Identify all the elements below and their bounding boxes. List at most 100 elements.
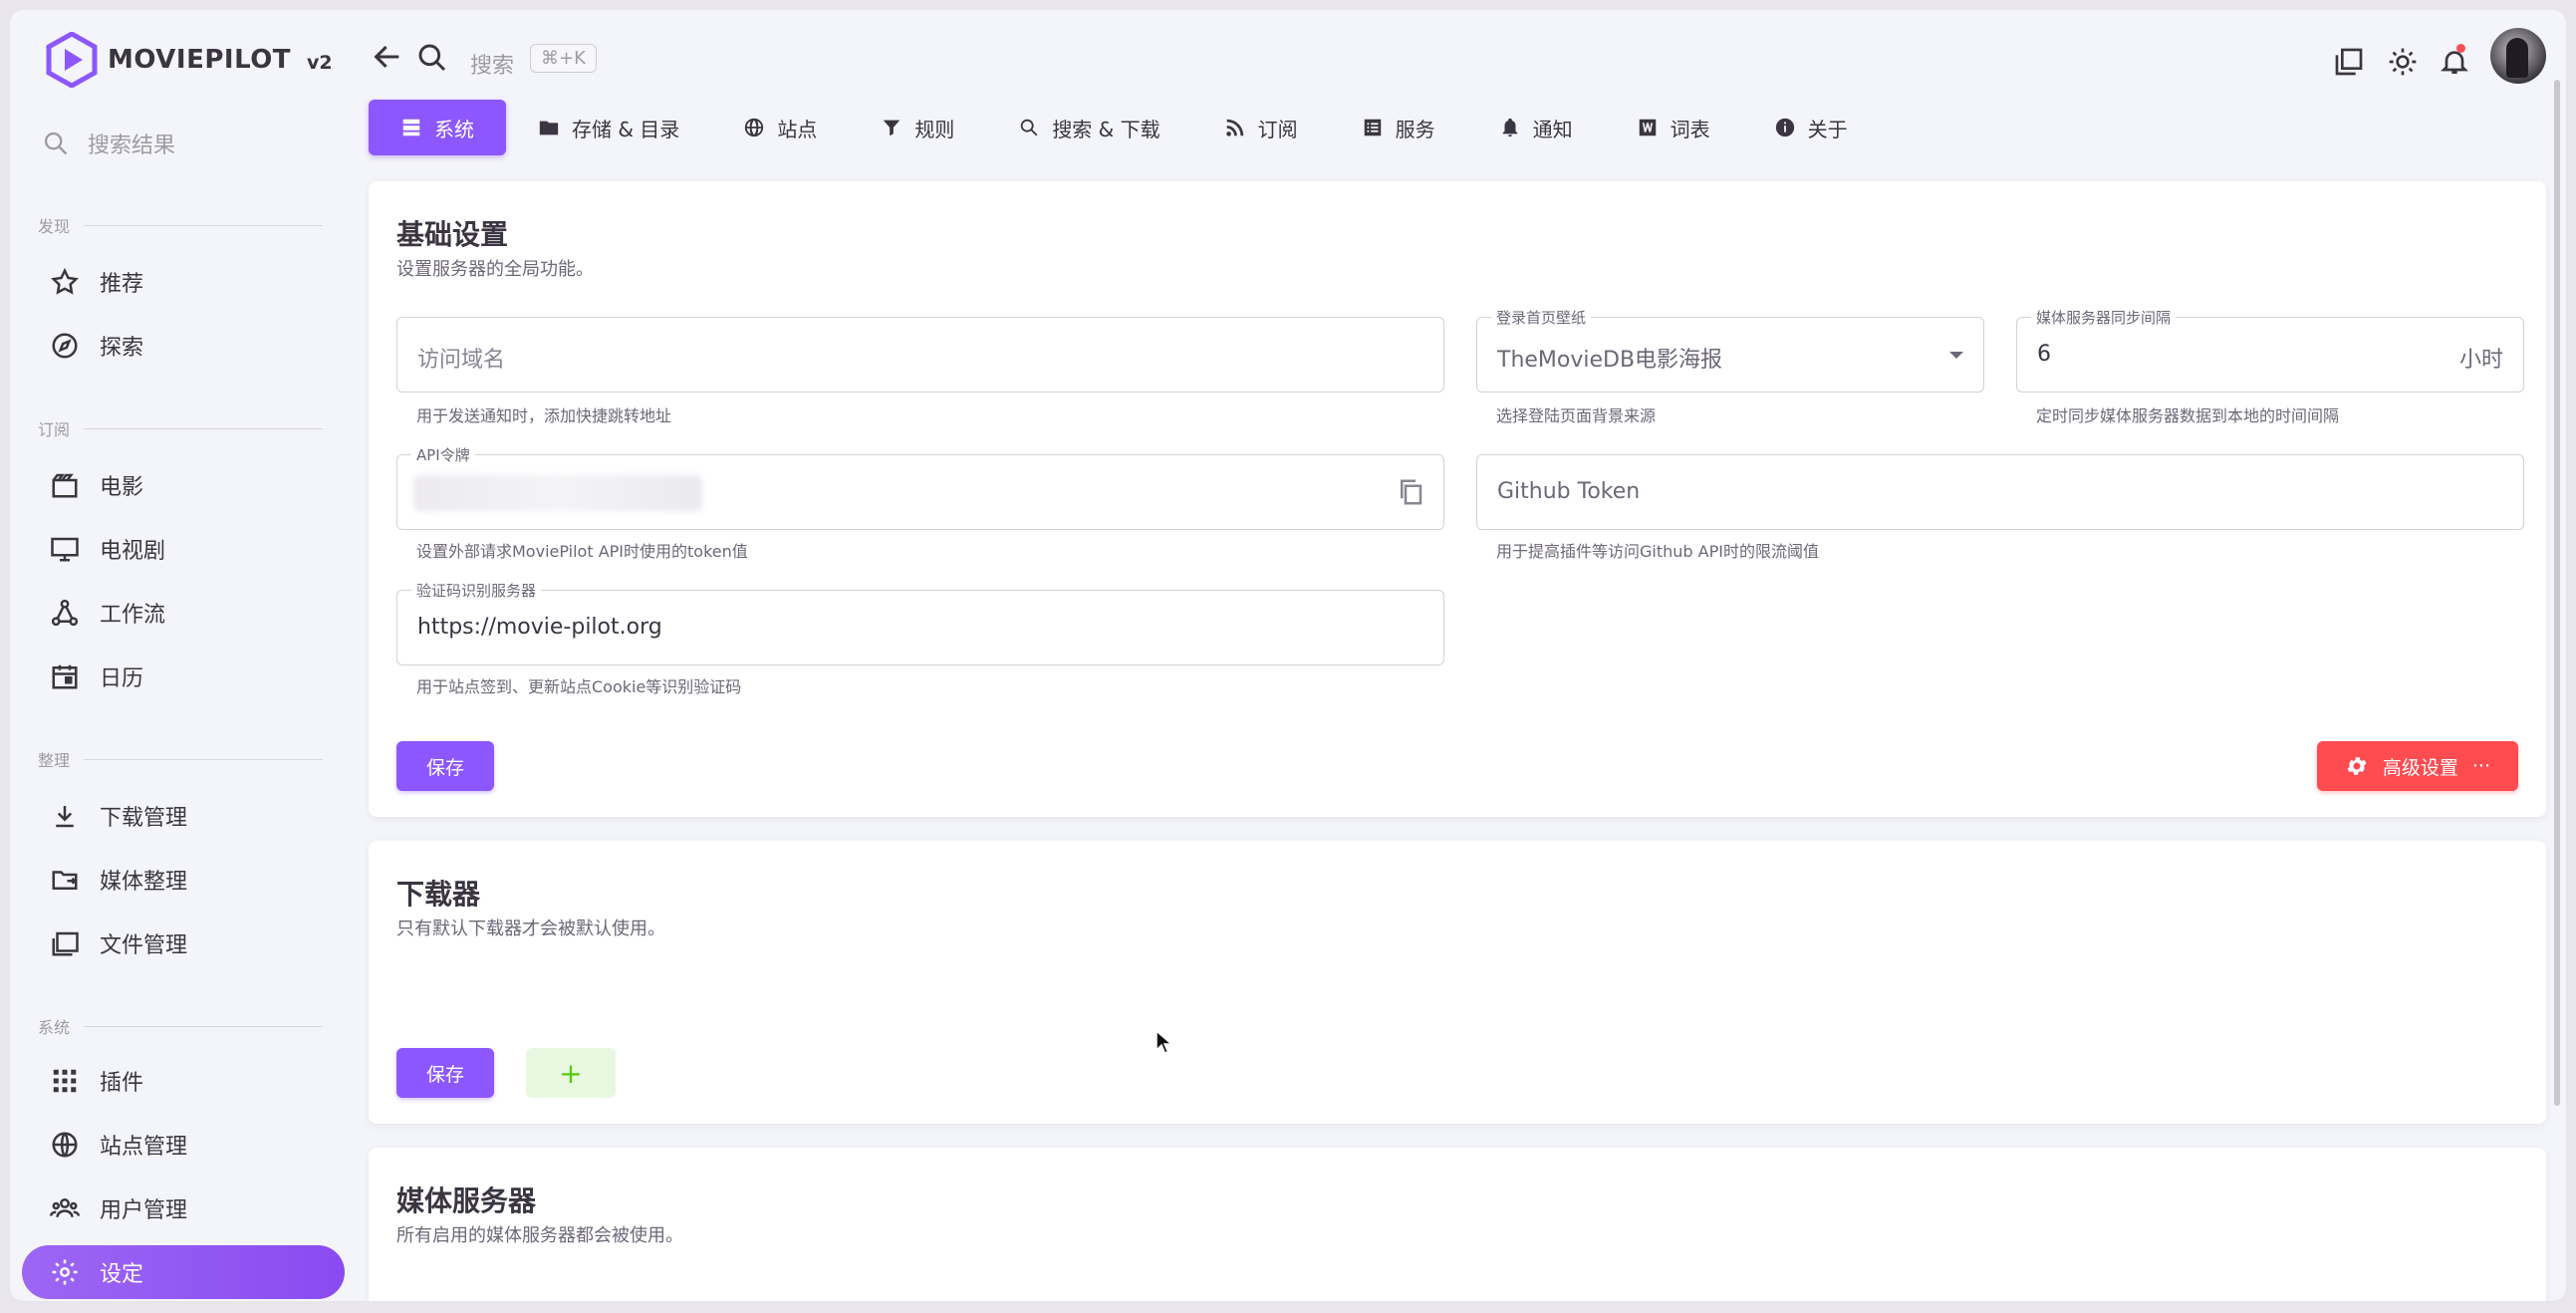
sidebar-item-label: 电影: [100, 475, 144, 500]
card-subtitle: 所有启用的媒体服务器都会被使用。: [396, 1225, 683, 1246]
card-title: 基础设置: [396, 218, 509, 251]
save-button[interactable]: 保存: [396, 741, 495, 791]
sidebar-item-movie[interactable]: 电影: [22, 458, 345, 512]
advanced-settings-label: 高级设置: [2382, 756, 2458, 779]
word-icon: [1639, 119, 1656, 136]
bell-icon[interactable]: [2439, 46, 2470, 78]
tab-about[interactable]: 关于: [1742, 100, 1880, 155]
sync-interval-unit: 小时: [2458, 348, 2503, 373]
globe-icon: [52, 1132, 78, 1158]
sidebar-item-calendar[interactable]: 日历: [22, 650, 345, 703]
wallpaper-select[interactable]: 登录首页壁纸 TheMovieDB电影海报: [1476, 307, 1984, 393]
filter-icon: [884, 120, 901, 136]
search-shortcut-badge: ⌘+K: [530, 44, 597, 73]
sidebar-item-sites[interactable]: 站点管理: [22, 1118, 345, 1172]
app-logo[interactable]: MOVIEPILOT v2: [46, 32, 333, 88]
header-search-input[interactable]: 搜索: [470, 48, 514, 80]
sidebar-item-label: 站点管理: [100, 1135, 188, 1160]
workflow-icon: [51, 599, 79, 627]
sidebar-item-download[interactable]: 下载管理: [22, 789, 345, 843]
github-token-placeholder: Github Token: [1497, 479, 1641, 504]
tab-subscribe[interactable]: 订阅: [1192, 100, 1330, 155]
ocr-server-hint: 用于站点签到、更新站点Cookie等识别验证码: [416, 677, 742, 696]
tab-label: 通知: [1532, 117, 1573, 141]
tab-words[interactable]: 词表: [1605, 100, 1742, 155]
movie-icon: [52, 473, 78, 498]
notification-dot: [2456, 44, 2465, 53]
theme-toggle-icon[interactable]: [2387, 46, 2419, 78]
sidebar-item-workflow[interactable]: 工作流: [22, 586, 345, 640]
info-icon: [1775, 118, 1794, 137]
domain-field[interactable]: 访问域名: [396, 317, 1444, 393]
downloader-card: 下载器 只有默认下载器才会被默认使用。 保存 +: [369, 841, 2546, 1124]
sync-interval-field[interactable]: 媒体服务器同步间隔 6 小时: [2016, 307, 2524, 393]
tab-label: 服务: [1395, 117, 1435, 141]
api-token-hint: 设置外部请求MoviePilot API时使用的token值: [416, 542, 748, 561]
tab-label: 搜索 & 下载: [1052, 117, 1160, 141]
search-icon[interactable]: [416, 42, 448, 74]
sidebar-item-explore[interactable]: 探索: [22, 319, 345, 373]
sidebar-item-recommend[interactable]: 推荐: [22, 255, 345, 309]
tab-search-download[interactable]: 搜索 & 下载: [986, 100, 1191, 155]
tab-label: 存储 & 目录: [572, 117, 680, 141]
add-downloader-button[interactable]: +: [526, 1048, 616, 1098]
compass-icon: [52, 333, 78, 359]
save-button[interactable]: 保存: [396, 1048, 495, 1098]
section-subscribe: 订阅: [38, 416, 323, 440]
sync-interval-hint: 定时同步媒体服务器数据到本地的时间间隔: [2036, 406, 2340, 425]
sidebar-item-settings[interactable]: 设定: [22, 1245, 345, 1299]
brand-name: MOVIEPILOT: [108, 45, 292, 75]
api-token-field[interactable]: API令牌: [396, 444, 1444, 530]
sidebar-search[interactable]: 搜索结果: [42, 128, 175, 159]
sidebar-item-file-manager[interactable]: 文件管理: [22, 917, 345, 970]
ocr-server-field[interactable]: 验证码识别服务器 https://movie-pilot.org: [396, 580, 1444, 665]
api-token-masked-value: [413, 475, 702, 511]
tab-storage[interactable]: 存储 & 目录: [506, 100, 711, 155]
users-icon: [50, 1198, 80, 1217]
tab-rules[interactable]: 规则: [849, 100, 986, 155]
back-arrow-icon[interactable]: [371, 40, 404, 74]
globe-icon: [745, 118, 764, 137]
tab-label: 订阅: [1257, 117, 1298, 141]
card-title: 下载器: [396, 878, 481, 911]
tab-sites[interactable]: 站点: [711, 100, 849, 155]
search-icon: [1021, 119, 1038, 136]
copy-window-icon[interactable]: [2333, 46, 2365, 78]
sidebar-item-users[interactable]: 用户管理: [22, 1182, 345, 1235]
wallpaper-value: TheMovieDB电影海报: [1497, 348, 1723, 373]
sidebar-item-media-organize[interactable]: 媒体整理: [22, 853, 345, 907]
tab-services[interactable]: 服务: [1330, 100, 1467, 155]
tv-icon: [51, 537, 79, 562]
advanced-settings-button[interactable]: 高级设置 ···: [2316, 741, 2518, 791]
avatar[interactable]: [2490, 28, 2546, 84]
gear-icon: [52, 1259, 78, 1285]
app-window: MOVIEPILOT v2 搜索结果 发现 推荐 探索 订阅 电影 电视剧 工作…: [10, 10, 2566, 1301]
tab-label: 词表: [1670, 117, 1710, 141]
copy-icon[interactable]: [1396, 477, 1425, 507]
wallpaper-label: 登录首页壁纸: [1491, 307, 1592, 328]
tab-system[interactable]: 系统: [369, 100, 506, 155]
ocr-server-value: https://movie-pilot.org: [417, 615, 662, 640]
list-icon: [1364, 119, 1381, 136]
sidebar-item-plugins[interactable]: 插件: [22, 1054, 345, 1108]
tab-notifications[interactable]: 通知: [1467, 100, 1605, 155]
moviepilot-logo-icon: [46, 32, 98, 88]
tab-label: 关于: [1807, 117, 1848, 141]
download-icon: [56, 806, 74, 828]
card-title: 媒体服务器: [396, 1184, 537, 1217]
github-token-field[interactable]: Github Token: [1476, 454, 2524, 530]
apps-grid-icon: [53, 1069, 77, 1093]
tab-label: 系统: [434, 117, 474, 141]
file-manager-icon: [52, 931, 79, 956]
card-subtitle: 只有默认下载器才会被默认使用。: [396, 919, 665, 939]
card-subtitle: 设置服务器的全局功能。: [396, 259, 594, 280]
mouse-cursor-icon: [1156, 1030, 1173, 1054]
sidebar-item-label: 日历: [100, 666, 144, 691]
sidebar-item-label: 设定: [100, 1262, 144, 1287]
bell-icon: [1502, 118, 1517, 137]
sidebar-search-placeholder: 搜索结果: [88, 133, 176, 158]
page-scrollbar[interactable]: [2554, 80, 2560, 1106]
domain-hint: 用于发送通知时，添加快捷跳转地址: [416, 406, 672, 425]
media-server-card: 媒体服务器 所有启用的媒体服务器都会被使用。: [369, 1148, 2546, 1301]
sidebar-item-tv[interactable]: 电视剧: [22, 522, 345, 576]
